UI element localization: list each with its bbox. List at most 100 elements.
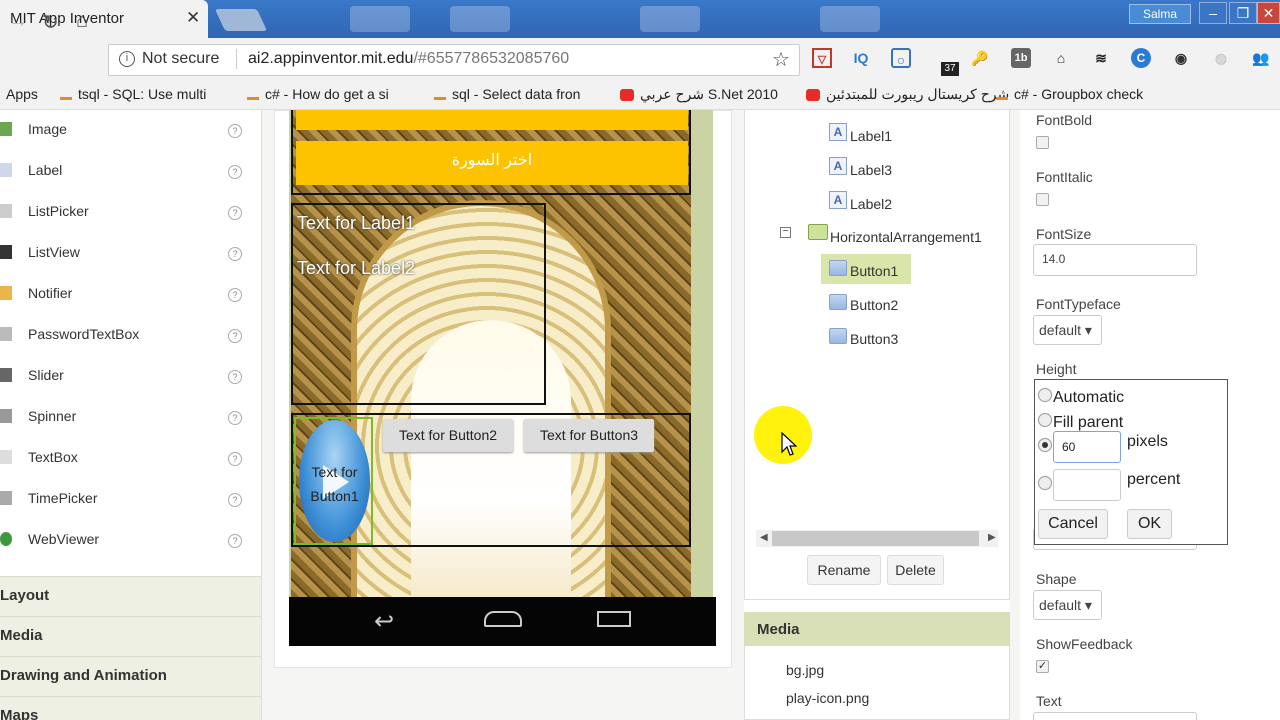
help-icon[interactable]: ? xyxy=(228,370,242,384)
scroll-left-icon[interactable]: ◀ xyxy=(760,532,768,543)
bookmark-item[interactable]: c# - Groupbox check xyxy=(996,86,1143,102)
help-icon[interactable]: ? xyxy=(228,452,242,466)
help-icon[interactable]: ? xyxy=(228,165,242,179)
palette-item-image[interactable]: Image? xyxy=(0,110,261,151)
label2[interactable]: Text for Label2 xyxy=(297,258,415,279)
bookmark-item[interactable]: c# - How do get a si xyxy=(247,86,389,102)
forward-icon[interactable]: → xyxy=(8,10,28,33)
key-icon[interactable]: 🔑 xyxy=(970,48,990,68)
percent-radio[interactable] xyxy=(1038,476,1052,490)
home-extension-icon[interactable]: ⌂ xyxy=(1051,48,1071,68)
bookmark-item[interactable]: sql - Select data fron xyxy=(434,86,580,102)
tree-item-horizontalarrangement1[interactable]: HorizontalArrangement1 xyxy=(830,229,982,245)
home-icon[interactable]: ⌂ xyxy=(76,10,88,33)
text-input[interactable] xyxy=(1033,712,1197,720)
layers-icon[interactable]: ≋ xyxy=(1091,48,1111,68)
help-icon[interactable]: ? xyxy=(228,124,242,138)
scrollbar-thumb[interactable] xyxy=(772,531,979,546)
shape-select[interactable]: default ▾ xyxy=(1033,590,1102,620)
rename-button[interactable]: Rename xyxy=(807,555,881,585)
scroll-right-icon[interactable]: ▶ xyxy=(988,532,996,543)
background-tab[interactable] xyxy=(450,6,510,32)
help-icon[interactable]: ? xyxy=(228,206,242,220)
home-nav-icon[interactable] xyxy=(484,611,522,627)
security-indicator[interactable]: Not secure xyxy=(142,50,219,68)
maximize-icon[interactable]: ❐ xyxy=(1229,2,1257,24)
percent-input[interactable] xyxy=(1053,469,1121,501)
category-layout[interactable]: Layout xyxy=(0,576,261,616)
palette-item-slider[interactable]: Slider? xyxy=(0,356,261,397)
category-maps[interactable]: Maps xyxy=(0,696,261,720)
extension-icon[interactable]: 1b xyxy=(1011,48,1031,68)
bookmark-apps[interactable]: Apps xyxy=(6,86,38,102)
extension-icon[interactable]: ▽ xyxy=(812,48,832,68)
tab-close-icon[interactable]: ✕ xyxy=(186,8,200,28)
help-icon[interactable]: ? xyxy=(228,493,242,507)
label1[interactable]: Text for Label1 xyxy=(297,213,415,234)
tree-item-button3[interactable]: Button3 xyxy=(850,331,898,347)
showfeedback-checkbox[interactable]: ✓ xyxy=(1036,660,1049,673)
pixels-radio[interactable] xyxy=(1038,438,1052,452)
bookmark-star-icon[interactable]: ☆ xyxy=(772,47,790,72)
palette-item-passwordtextbox[interactable]: PasswordTextBox? xyxy=(0,315,261,356)
minimize-icon[interactable]: – xyxy=(1199,2,1227,24)
ok-button[interactable]: OK xyxy=(1127,509,1172,539)
extension-badge[interactable]: 37 xyxy=(941,62,959,76)
tree-item-button1[interactable]: Button1 xyxy=(850,263,898,279)
bookmark-item[interactable]: شرح عربي S.Net 2010 xyxy=(620,86,778,103)
info-icon[interactable]: i xyxy=(119,51,135,67)
tree-item-label3[interactable]: Label3 xyxy=(850,162,892,178)
button3[interactable]: Text for Button3 xyxy=(524,419,654,452)
url-text[interactable]: ai2.appinventor.mit.edu/#655778653208576… xyxy=(248,50,569,68)
reload-icon[interactable]: ↻ xyxy=(42,10,59,35)
palette-item-webviewer[interactable]: WebViewer? xyxy=(0,520,261,561)
background-tab[interactable] xyxy=(640,6,700,32)
category-drawing-animation[interactable]: Drawing and Animation xyxy=(0,656,261,696)
recents-icon[interactable] xyxy=(597,611,631,627)
palette-item-label[interactable]: Label? xyxy=(0,151,261,192)
fonttypeface-select[interactable]: default ▾ xyxy=(1033,315,1102,345)
palette-item-spinner[interactable]: Spinner? xyxy=(0,397,261,438)
palette-item-notifier[interactable]: Notifier? xyxy=(0,274,261,315)
extension-icon[interactable]: ○ xyxy=(891,48,911,68)
media-file[interactable]: bg.jpg xyxy=(786,662,824,678)
help-icon[interactable]: ? xyxy=(228,534,242,548)
fill-parent-label[interactable]: Fill parent xyxy=(1053,414,1123,432)
palette-item-textbox[interactable]: TextBox? xyxy=(0,438,261,479)
button2[interactable]: Text for Button2 xyxy=(383,419,513,452)
extension-icon[interactable]: ◍ xyxy=(1211,48,1231,68)
tree-item-label2[interactable]: Label2 xyxy=(850,196,892,212)
automatic-radio[interactable] xyxy=(1038,388,1052,402)
profile-button[interactable]: Salma xyxy=(1129,4,1191,24)
background-tab[interactable] xyxy=(820,6,880,32)
pixels-input[interactable]: 60 xyxy=(1053,431,1121,463)
bookmark-item[interactable]: tsql - SQL: Use multi xyxy=(60,86,206,102)
cancel-button[interactable]: Cancel xyxy=(1038,509,1108,539)
bookmark-item[interactable]: شرح كريستال ريبورت للمبتدئين xyxy=(806,86,1009,103)
help-icon[interactable]: ? xyxy=(228,329,242,343)
category-media[interactable]: Media xyxy=(0,616,261,656)
tree-item-button2[interactable]: Button2 xyxy=(850,297,898,313)
help-icon[interactable]: ? xyxy=(228,411,242,425)
close-window-icon[interactable]: ✕ xyxy=(1257,2,1280,24)
fontitalic-checkbox[interactable] xyxy=(1036,193,1049,206)
extension-c-icon[interactable]: C xyxy=(1131,48,1151,68)
delete-button[interactable]: Delete xyxy=(887,555,944,585)
palette-item-listview[interactable]: ListView? xyxy=(0,233,261,274)
palette-item-timepicker[interactable]: TimePicker? xyxy=(0,479,261,520)
automatic-label[interactable]: Automatic xyxy=(1053,389,1124,407)
fontbold-checkbox[interactable] xyxy=(1036,136,1049,149)
help-icon[interactable]: ? xyxy=(228,247,242,261)
media-file[interactable]: play-icon.png xyxy=(786,690,869,706)
tree-item-label1[interactable]: Label1 xyxy=(850,128,892,144)
extension-icon[interactable]: ◉ xyxy=(1171,48,1191,68)
extension-iq-icon[interactable]: IQ xyxy=(851,48,871,68)
back-icon[interactable]: ↩ xyxy=(374,607,394,636)
fontsize-input[interactable]: 14.0 xyxy=(1033,244,1197,276)
fill-parent-radio[interactable] xyxy=(1038,413,1052,427)
collapse-icon[interactable]: − xyxy=(780,227,791,238)
help-icon[interactable]: ? xyxy=(228,288,242,302)
background-tab[interactable] xyxy=(350,6,410,32)
palette-item-listpicker[interactable]: ListPicker? xyxy=(0,192,261,233)
users-icon[interactable]: 👥 xyxy=(1251,48,1271,68)
